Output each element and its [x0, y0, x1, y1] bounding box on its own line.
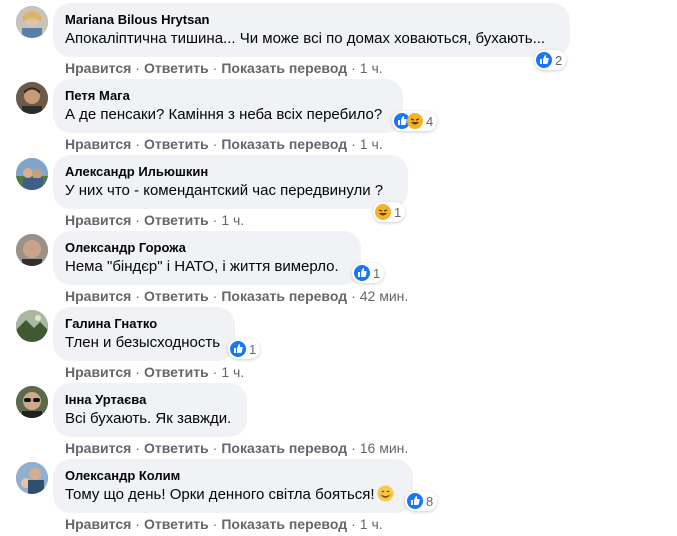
comment-actions: Нравится · Ответить · 1 ч.: [65, 212, 245, 228]
like-link[interactable]: Нравится: [65, 288, 131, 304]
woman-photo-avatar[interactable]: [16, 6, 48, 38]
comment-actions: Нравится · Ответить · Показать перевод · 16 ми…: [65, 440, 409, 456]
comment-text: Тлен и безысходность: [65, 334, 221, 351]
like-link[interactable]: Нравится: [65, 516, 131, 532]
show-translation-link[interactable]: Показать перевод: [221, 288, 347, 304]
comment-text: Нема "біндєр" і НАТО, і життя вимерло.: [65, 258, 339, 275]
comment: Петя Мага А де пенсаки? Каміння з неба в…: [0, 76, 677, 152]
smiling-face-emoji: [377, 485, 394, 508]
show-translation-link[interactable]: Показать перевод: [221, 516, 347, 532]
bald-man-avatar[interactable]: [16, 234, 48, 266]
comment-text: Апокаліптична тишина... Чи може всі по д…: [65, 30, 546, 47]
comments-list: Mariana Bilous Hrytsan Апокаліптична тиш…: [0, 0, 677, 536]
reply-link[interactable]: Ответить: [144, 136, 209, 152]
comment-bubble: Mariana Bilous Hrytsan Апокаліптична тиш…: [53, 3, 570, 57]
show-translation-link[interactable]: Показать перевод: [221, 136, 347, 152]
reaction-summary[interactable]: 1: [228, 339, 261, 359]
comment-bubble: Александр Ильюшкин У них что - комендант…: [53, 155, 408, 209]
reaction-summary[interactable]: 8: [405, 491, 438, 511]
comment-timestamp[interactable]: 1 ч.: [221, 364, 244, 380]
comment: Олександр Горожа Нема "біндєр" і НАТО, і…: [0, 228, 677, 304]
comment-timestamp[interactable]: 1 ч.: [360, 516, 383, 532]
reply-link[interactable]: Ответить: [144, 440, 209, 456]
reaction-count: 2: [555, 52, 563, 68]
comment-actions: Нравится · Ответить · Показать перевод · 1 ч.: [65, 136, 383, 152]
comment-author[interactable]: Александр Ильюшкин: [65, 163, 396, 180]
comment-author[interactable]: Mariana Bilous Hrytsan: [65, 11, 558, 28]
like-link[interactable]: Нравится: [65, 136, 131, 152]
comment-bubble: Галина Гнатко Тлен и безысходность: [53, 307, 235, 361]
reply-link[interactable]: Ответить: [144, 364, 209, 380]
reply-link[interactable]: Ответить: [144, 212, 209, 228]
comment-timestamp[interactable]: 1 ч.: [221, 212, 244, 228]
comment: Галина Гнатко Тлен и безысходность 1 Нра…: [0, 304, 677, 380]
comment-timestamp[interactable]: 42 мин.: [360, 288, 409, 304]
comment-text: А де пенсаки? Каміння з неба всіх переби…: [65, 106, 383, 123]
reaction-count: 8: [426, 493, 434, 509]
like-link[interactable]: Нравится: [65, 212, 131, 228]
reaction-count: 1: [394, 204, 402, 220]
show-translation-link[interactable]: Показать перевод: [221, 60, 347, 76]
comment-text: Тому що день! Орки денного світла боятьс…: [65, 485, 401, 508]
like-reaction-icon: [354, 265, 370, 281]
reply-link[interactable]: Ответить: [144, 288, 209, 304]
comment-author[interactable]: Петя Мага: [65, 87, 391, 104]
like-reaction-icon: [230, 341, 246, 357]
like-link[interactable]: Нравится: [65, 440, 131, 456]
comment: Александр Ильюшкин У них что - комендант…: [0, 152, 677, 228]
reaction-summary[interactable]: 1: [352, 263, 385, 283]
comment-author[interactable]: Інна Уртаєва: [65, 391, 235, 408]
reaction-summary[interactable]: 2: [534, 50, 567, 70]
comment-timestamp[interactable]: 1 ч.: [360, 60, 383, 76]
comment-text: Всі бухають. Як завжди.: [65, 410, 232, 427]
reply-link[interactable]: Ответить: [144, 516, 209, 532]
comment-author[interactable]: Олександр Горожа: [65, 239, 349, 256]
comment: Олександр Колим Тому що день! Орки денно…: [0, 456, 677, 532]
comment-bubble: Інна Уртаєва Всі бухають. Як завжди.: [53, 383, 247, 437]
man-photo-avatar[interactable]: [16, 82, 48, 114]
man-child-avatar[interactable]: [16, 462, 48, 494]
outdoor-photo-avatar[interactable]: [16, 158, 48, 190]
show-translation-link[interactable]: Показать перевод: [221, 440, 347, 456]
haha-reaction-icon: [375, 204, 391, 220]
comment-bubble: Олександр Горожа Нема "біндєр" і НАТО, і…: [53, 231, 361, 285]
comment-bubble: Олександр Колим Тому що день! Орки денно…: [53, 459, 413, 513]
comment-text: У них что - комендантский час передвинул…: [65, 182, 384, 199]
comment: Mariana Bilous Hrytsan Апокаліптична тиш…: [0, 0, 677, 76]
comment-timestamp[interactable]: 1 ч.: [360, 136, 383, 152]
reaction-summary[interactable]: 4: [392, 111, 438, 131]
comment-author[interactable]: Олександр Колим: [65, 467, 401, 484]
haha-reaction-icon: [407, 113, 423, 129]
reply-link[interactable]: Ответить: [144, 60, 209, 76]
like-link[interactable]: Нравится: [65, 364, 131, 380]
comment-text-content: Тому що день! Орки денного світла боятьс…: [65, 486, 375, 503]
reaction-count: 4: [426, 113, 434, 129]
comment-timestamp[interactable]: 16 мин.: [360, 440, 409, 456]
like-link[interactable]: Нравится: [65, 60, 131, 76]
comment-actions: Нравится · Ответить · Показать перевод · 42 ми…: [65, 288, 409, 304]
sunglasses-avatar[interactable]: [16, 386, 48, 418]
landscape-avatar[interactable]: [16, 310, 48, 342]
reaction-count: 1: [249, 341, 257, 357]
like-reaction-icon: [536, 52, 552, 68]
comment-bubble: Петя Мага А де пенсаки? Каміння з неба в…: [53, 79, 403, 133]
comment-actions: Нравится · Ответить · Показать перевод · 1 ч.: [65, 60, 383, 76]
comment-actions: Нравится · Ответить · 1 ч.: [65, 364, 245, 380]
reaction-summary[interactable]: 1: [373, 202, 406, 222]
comment-actions: Нравится · Ответить · Показать перевод · 1 ч.: [65, 516, 383, 532]
reaction-count: 1: [373, 265, 381, 281]
like-reaction-icon: [407, 493, 423, 509]
comment: Інна Уртаєва Всі бухають. Як завжди. Нра…: [0, 380, 677, 456]
comment-author[interactable]: Галина Гнатко: [65, 315, 223, 332]
